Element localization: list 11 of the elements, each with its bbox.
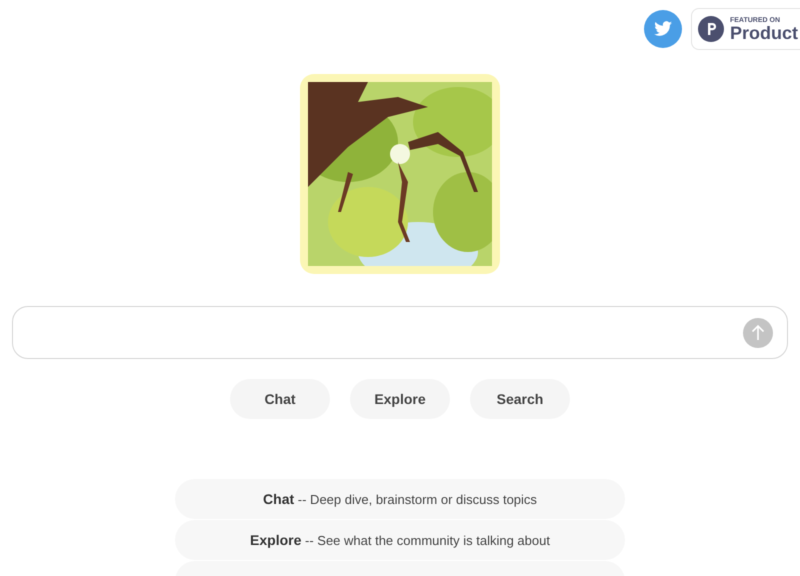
mode-button[interactable]: Chat [230,379,330,419]
p-logo-icon [698,16,724,42]
description-text: Chat -- Deep dive, brainstorm or discuss topics [263,491,537,507]
badge-title: Product [730,24,798,42]
description-card[interactable]: Explore -- See what the community is talking about [175,520,625,560]
description-card[interactable]: Chat -- Deep dive, brainstorm or discuss topics [175,479,625,519]
description-text: Explore -- See what the community is talking about [250,532,550,548]
mode-button[interactable]: Search [470,379,570,419]
twitter-icon[interactable] [642,9,683,49]
mode-button[interactable]: Explore [350,379,450,419]
prompt-field[interactable] [12,306,788,359]
